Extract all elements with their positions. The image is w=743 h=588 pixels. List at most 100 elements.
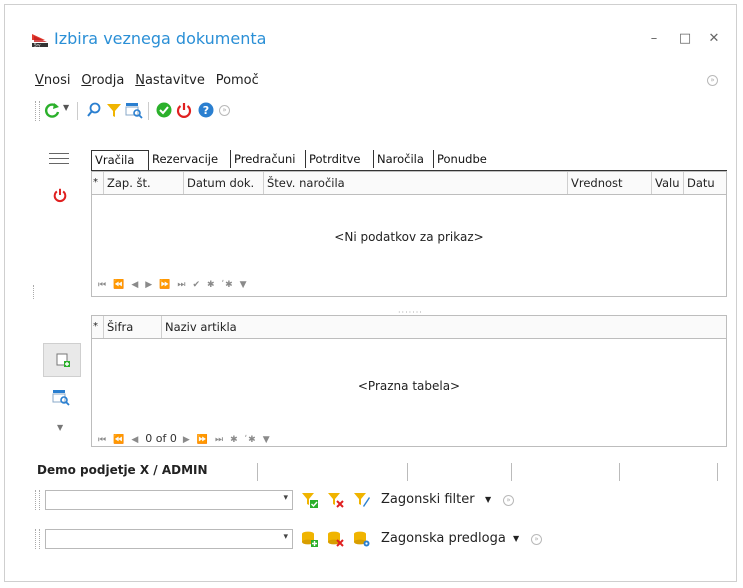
refresh-dropdown-icon[interactable]: ▼ — [63, 103, 69, 112]
nav-confirm-icon[interactable]: ✔ — [193, 280, 202, 290]
toolbar-grip[interactable] — [35, 101, 40, 121]
tab-narocila[interactable]: Naročila — [374, 150, 434, 168]
chevron-down-icon[interactable]: ▾ — [283, 532, 288, 542]
tab-potrditve[interactable]: Potrditve — [306, 150, 374, 168]
power-icon[interactable] — [175, 101, 193, 119]
template-row-more-icon[interactable]: » — [531, 534, 542, 545]
tab-vracila[interactable]: Vračila — [91, 150, 149, 170]
template-delete-icon[interactable] — [327, 530, 345, 548]
toolbar-separator — [148, 102, 149, 120]
column-new-row[interactable]: * — [92, 172, 104, 194]
column-vrednost[interactable]: Vrednost — [568, 172, 652, 194]
filter-row-more-icon[interactable]: » — [503, 495, 514, 506]
tab-ponudbe[interactable]: Ponudbe — [434, 150, 496, 168]
filter-icon[interactable] — [105, 101, 123, 119]
menu-orodja[interactable]: Orodja — [81, 73, 124, 88]
nav-cancel-icon[interactable]: ʹ✱ — [245, 435, 257, 445]
nav-next-icon[interactable]: ▶ — [145, 280, 153, 290]
status-divider — [407, 463, 408, 481]
toolbar-more-icon[interactable]: » — [219, 105, 230, 116]
column-new-row[interactable]: * — [92, 316, 104, 338]
documents-grid-header: * Zap. št. Datum dok. Štev. naročila Vre… — [92, 172, 726, 195]
column-zap-st[interactable]: Zap. št. — [104, 172, 184, 194]
tab-predracuni[interactable]: Predračuni — [231, 150, 306, 168]
window-title: Izbira veznega dokumenta — [54, 29, 267, 48]
table-search-icon[interactable] — [125, 101, 143, 119]
startup-filter-row: ▾ Zagonski filter ▼ » — [35, 490, 599, 512]
nav-next-page-icon[interactable]: ⏩ — [159, 280, 171, 290]
nav-prev-page-icon[interactable]: ⏪ — [113, 435, 125, 445]
items-empty-message: <Prazna tabela> — [357, 379, 461, 393]
tab-rezervacije[interactable]: Rezervacije — [149, 150, 231, 168]
menu-pomoc[interactable]: Pomoč — [216, 73, 259, 88]
template-settings-icon[interactable] — [353, 530, 371, 548]
add-document-button[interactable] — [43, 343, 81, 377]
close-button[interactable]: ✕ — [704, 29, 724, 49]
startup-filter-label[interactable]: Zagonski filter — [381, 492, 475, 507]
record-count: 0 of 0 — [145, 432, 177, 445]
minimize-button[interactable]: – — [644, 29, 664, 49]
more-actions-icon[interactable]: ▼ — [57, 423, 63, 432]
nav-filter-icon[interactable]: ▼ — [240, 280, 248, 290]
items-grid-header: * Šifra Naziv artikla — [92, 316, 726, 339]
close-panel-power-icon[interactable] — [52, 187, 68, 203]
refresh-icon[interactable] — [43, 101, 61, 119]
hamburger-menu-icon[interactable] — [49, 151, 69, 165]
startup-filter-dropdown-icon[interactable]: ▼ — [485, 495, 491, 504]
nav-first-icon[interactable]: ⏮ — [98, 435, 107, 445]
status-divider — [511, 463, 512, 481]
nav-prev-icon[interactable]: ◀ — [131, 280, 139, 290]
nav-cancel-icon[interactable]: ʹ✱ — [222, 280, 234, 290]
nav-next-icon[interactable]: ▶ — [183, 435, 191, 445]
items-grid[interactable]: * Šifra Naziv artikla <Prazna tabela> ⏮ ⏪… — [91, 315, 727, 447]
confirm-icon[interactable] — [155, 101, 173, 119]
documents-grid[interactable]: * Zap. št. Datum dok. Štev. naročila Vre… — [91, 171, 727, 297]
column-datum-dok[interactable]: Datum dok. — [184, 172, 264, 194]
template-row-grip[interactable] — [35, 529, 40, 549]
help-icon[interactable]: ? — [197, 101, 215, 119]
documents-navigator: ⏮ ⏪ ◀ ▶ ⏩ ⏭ ✔ ✱ ʹ✱ ▼ — [98, 280, 254, 290]
maximize-button[interactable]: □ — [675, 29, 695, 49]
nav-first-icon[interactable]: ⏮ — [98, 280, 107, 290]
toolbar: ▼ ? » — [35, 101, 275, 123]
filter-edit-icon[interactable] — [353, 491, 371, 509]
status-divider — [257, 463, 258, 481]
filter-row-grip[interactable] — [35, 490, 40, 510]
nav-last-icon[interactable]: ⏭ — [177, 280, 186, 290]
app-logo-icon: Srv — [32, 34, 48, 48]
startup-template-dropdown-icon[interactable]: ▼ — [513, 534, 519, 543]
filter-clear-icon[interactable] — [327, 491, 345, 509]
svg-text:?: ? — [203, 104, 209, 117]
filter-apply-icon[interactable] — [301, 491, 319, 509]
status-bar: Demo podjetje X / ADMIN — [37, 463, 727, 481]
company-user-label: Demo podjetje X / ADMIN — [37, 463, 208, 477]
chevron-down-icon[interactable]: ▾ — [283, 493, 288, 503]
toolbar-separator — [77, 102, 78, 120]
add-document-icon — [56, 353, 70, 367]
panel-grip[interactable] — [33, 285, 37, 299]
nav-append-icon[interactable]: ✱ — [230, 435, 239, 445]
ribbon-collapse-icon[interactable]: » — [707, 75, 718, 86]
nav-prev-page-icon[interactable]: ⏪ — [113, 280, 125, 290]
status-divider — [717, 463, 718, 481]
menu-nastavitve[interactable]: Nastavitve — [135, 73, 205, 88]
nav-last-icon[interactable]: ⏭ — [215, 435, 224, 445]
startup-template-select[interactable]: ▾ — [45, 529, 293, 549]
startup-template-label[interactable]: Zagonska predloga — [381, 531, 506, 546]
svg-text:Srv: Srv — [34, 43, 41, 48]
column-sifra[interactable]: Šifra — [104, 316, 162, 338]
items-navigator: ⏮ ⏪ ◀ 0 of 0 ▶ ⏩ ⏭ ✱ ʹ✱ ▼ — [98, 432, 277, 445]
column-naziv-artikla[interactable]: Naziv artikla — [162, 316, 726, 338]
column-stev-narocila[interactable]: Štev. naročila — [264, 172, 568, 194]
nav-filter-icon[interactable]: ▼ — [263, 435, 271, 445]
table-search-side-icon[interactable] — [52, 388, 70, 406]
search-icon[interactable] — [85, 101, 103, 119]
column-valuta[interactable]: Valu — [652, 172, 684, 194]
nav-append-icon[interactable]: ✱ — [207, 280, 216, 290]
template-add-icon[interactable] — [301, 530, 319, 548]
menu-vnosi[interactable]: Vnosi — [35, 73, 70, 88]
startup-filter-select[interactable]: ▾ — [45, 490, 293, 510]
column-datum[interactable]: Datu — [684, 172, 726, 194]
nav-prev-icon[interactable]: ◀ — [131, 435, 139, 445]
nav-next-page-icon[interactable]: ⏩ — [197, 435, 209, 445]
